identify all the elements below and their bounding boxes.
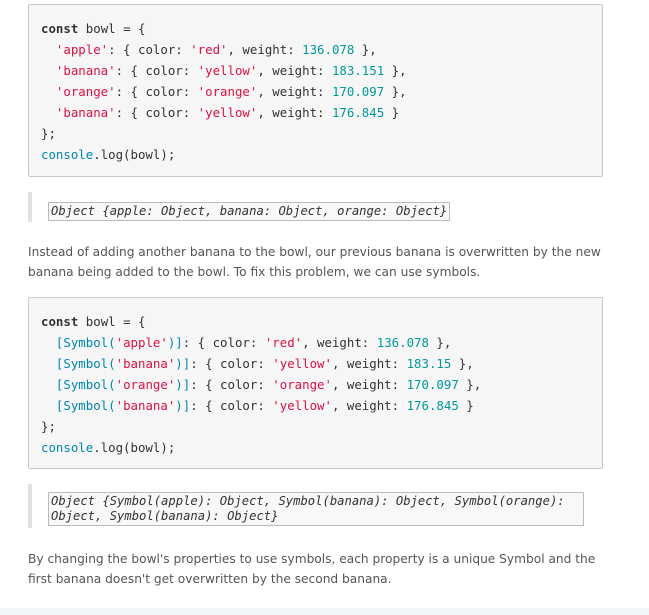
code-string: 'yellow' xyxy=(272,398,332,413)
code-text: : { color: xyxy=(115,63,198,78)
code-text: : { color: xyxy=(190,356,273,371)
code-string: 'banana' xyxy=(115,356,176,371)
code-line: 'banana': { color: 'yellow', weight: 183… xyxy=(41,60,590,81)
code-line: 'apple': { color: 'red', weight: 136.078… xyxy=(41,39,590,60)
code-string: 'yellow' xyxy=(197,63,258,78)
code-text: }, xyxy=(451,356,474,371)
footer-strip xyxy=(0,608,649,615)
code-text: , weight: xyxy=(227,42,303,57)
code-string: 'apple' xyxy=(115,335,168,350)
code-string: 'orange' xyxy=(197,84,258,99)
code-string: 'apple' xyxy=(55,42,109,57)
code-string: 'orange' xyxy=(272,377,332,392)
paragraph: Instead of adding another banana to the … xyxy=(28,245,601,279)
code-text: .log(bowl); xyxy=(93,147,176,162)
console-output: Object {Symbol(apple): Object, Symbol(ba… xyxy=(28,484,584,528)
code-line: const bowl = { xyxy=(41,18,590,39)
code-builtin: )] xyxy=(175,377,191,392)
code-builtin: [Symbol( xyxy=(55,398,116,413)
code-builtin: console xyxy=(41,440,94,455)
code-string: 'red' xyxy=(264,335,303,350)
code-line: console.log(bowl); xyxy=(41,437,590,458)
code-builtin: )] xyxy=(167,335,183,350)
code-line: }; xyxy=(41,416,590,437)
code-text: }; xyxy=(41,126,56,141)
code-text: }, xyxy=(384,84,407,99)
code-text: : { color: xyxy=(115,84,198,99)
code-string: 'yellow' xyxy=(272,356,332,371)
code-builtin: [Symbol( xyxy=(55,335,116,350)
code-line: const bowl = { xyxy=(41,311,590,332)
code-text: : { color: xyxy=(108,42,191,57)
code-number: 183.15 xyxy=(406,356,452,371)
code-builtin: console xyxy=(41,147,94,162)
code-text: }, xyxy=(428,335,452,350)
code-string: 'orange' xyxy=(115,377,176,392)
code-keyword: const xyxy=(41,314,79,329)
code-text: }, xyxy=(354,42,377,57)
code-text: }, xyxy=(458,377,482,392)
code-line: 'banana': { color: 'yellow', weight: 176… xyxy=(41,102,590,123)
code-text: : { color: xyxy=(182,335,265,350)
code-line: [Symbol('banana')]: { color: 'yellow', w… xyxy=(41,353,590,374)
code-line: [Symbol('orange')]: { color: 'orange', w… xyxy=(41,374,590,395)
code-number: 136.078 xyxy=(376,335,429,350)
code-line: }; xyxy=(41,123,590,144)
code-text: , weight: xyxy=(257,63,332,78)
code-text: bowl = { xyxy=(78,314,146,329)
code-string: 'banana' xyxy=(55,105,116,120)
code-line: [Symbol('apple')]: { color: 'red', weigh… xyxy=(41,332,590,353)
code-text: , weight: xyxy=(331,398,407,413)
code-text: bowl = { xyxy=(78,21,146,36)
code-string: 'banana' xyxy=(55,63,116,78)
code-string: 'yellow' xyxy=(197,105,258,120)
code-text: } xyxy=(384,105,400,120)
code-builtin: [Symbol( xyxy=(55,377,116,392)
code-text: }, xyxy=(384,63,407,78)
code-text: }; xyxy=(41,419,56,434)
code-text: , weight: xyxy=(331,377,407,392)
code-text: , weight: xyxy=(331,356,407,371)
console-output-text: Object {apple: Object, banana: Object, o… xyxy=(48,202,451,221)
code-text: : { color: xyxy=(190,377,273,392)
code-builtin: )] xyxy=(175,398,191,413)
console-output-text: Object {Symbol(apple): Object, Symbol(ba… xyxy=(48,492,584,526)
code-text: : { color: xyxy=(190,398,273,413)
code-text: .log(bowl); xyxy=(93,440,176,455)
code-number: 136.078 xyxy=(302,42,355,57)
paragraph: By changing the bowl's properties to use… xyxy=(28,552,596,586)
code-number: 176.845 xyxy=(406,398,459,413)
code-line: console.log(bowl); xyxy=(41,144,590,165)
code-number: 170.097 xyxy=(331,84,385,99)
code-text: , weight: xyxy=(257,105,332,120)
code-text: , weight: xyxy=(302,335,377,350)
console-output-line: Object {Symbol(apple): Object, Symbol(ba… xyxy=(51,494,565,508)
code-builtin: [Symbol( xyxy=(55,356,116,371)
code-block-symbol-keys: const bowl = { [Symbol('apple')]: { colo… xyxy=(28,297,603,469)
code-keyword: const xyxy=(41,21,79,36)
code-number: 170.097 xyxy=(406,377,459,392)
code-string: 'orange' xyxy=(55,84,116,99)
code-block-object-literal: const bowl = { 'apple': { color: 'red', … xyxy=(28,4,603,177)
code-builtin: )] xyxy=(175,356,191,371)
code-text: : { color: xyxy=(115,105,198,120)
console-output: Object {apple: Object, banana: Object, o… xyxy=(28,192,451,222)
code-text: , weight: xyxy=(257,84,332,99)
code-line: 'orange': { color: 'orange', weight: 170… xyxy=(41,81,590,102)
code-number: 176.845 xyxy=(331,105,385,120)
code-text: } xyxy=(458,398,474,413)
code-string: 'banana' xyxy=(115,398,176,413)
console-output-line: Object, Symbol(banana): Object} xyxy=(51,509,279,523)
code-string: 'red' xyxy=(190,42,228,57)
code-number: 183.151 xyxy=(331,63,385,78)
code-line: [Symbol('banana')]: { color: 'yellow', w… xyxy=(41,395,590,416)
